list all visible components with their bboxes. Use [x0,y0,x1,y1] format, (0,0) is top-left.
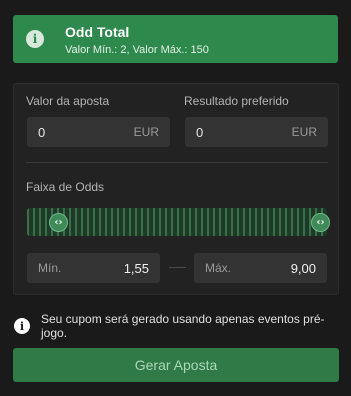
min-odds-placeholder: Mín. [38,261,62,275]
odds-range-slider[interactable]: ‹› ‹› [27,208,330,236]
odds-range-label: Faixa de Odds [26,180,105,194]
info-icon: i [14,318,30,334]
desired-result-value: 0 [196,124,204,140]
range-separator [169,267,186,268]
banner-subtitle: Valor Mín.: 2, Valor Máx.: 150 [65,44,209,56]
max-handle[interactable]: ‹› [311,213,330,232]
max-odds-input[interactable]: Máx. 9,00 [194,253,327,283]
max-odds-value: 9,00 [290,260,316,276]
divider [26,162,328,163]
generate-bet-button[interactable]: Gerar Aposta [13,348,339,382]
min-handle[interactable]: ‹› [49,213,68,232]
stake-currency: EUR [133,125,159,139]
odds-builder: i Odd Total Valor Mín.: 2, Valor Máx.: 1… [0,0,351,396]
info-icon: i [26,30,44,48]
odds-range-fill [27,208,327,236]
bet-form-panel: Valor da aposta 0 EUR Resultado preferid… [13,83,339,295]
min-odds-value: 1,55 [123,260,149,276]
info-banner: i Odd Total Valor Mín.: 2, Valor Máx.: 1… [13,15,338,63]
desired-result-currency: EUR [291,125,317,139]
prematch-notice: Seu cupom será gerado usando apenas even… [41,312,325,340]
max-odds-placeholder: Máx. [205,261,232,275]
stake-label: Valor da aposta [26,94,110,108]
desired-result-label: Resultado preferido [184,94,289,108]
min-odds-input[interactable]: Mín. 1,55 [27,253,160,283]
banner-title: Odd Total [65,24,130,40]
stake-input[interactable]: 0 EUR [27,117,170,147]
stake-value: 0 [38,124,46,140]
desired-result-input[interactable]: 0 EUR [185,117,328,147]
